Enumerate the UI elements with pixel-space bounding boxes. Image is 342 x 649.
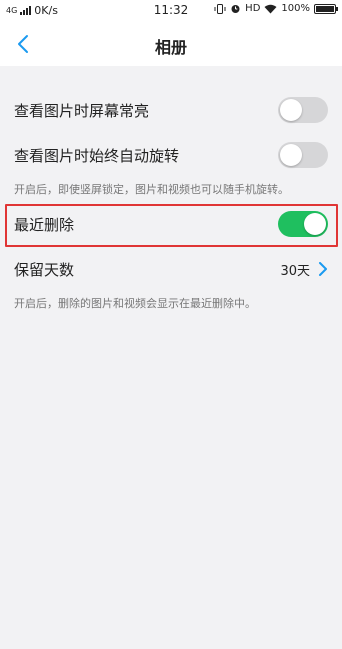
toggle-knob: [280, 144, 302, 166]
battery-percent: 100%: [281, 3, 310, 14]
page-title: 相册: [154, 38, 187, 57]
screen-on-toggle[interactable]: [278, 97, 328, 123]
hd-indicator: HD: [245, 3, 261, 14]
retention-hint: 开启后，删除的图片和视频会显示在最近删除中。: [14, 297, 256, 310]
alarm-icon: [231, 5, 240, 13]
setting-label-auto-rotate: 查看图片时始终自动旋转: [14, 146, 180, 165]
setting-label-screen-on: 查看图片时屏幕常亮: [14, 101, 150, 120]
setting-label-retention: 保留天数: [14, 260, 75, 279]
nav-bar: 相册: [0, 22, 342, 66]
status-bar: 4G 0K/s 11:32 HD 100%: [0, 0, 342, 22]
toggle-knob: [280, 99, 302, 121]
auto-rotate-toggle[interactable]: [278, 142, 328, 168]
recently-deleted-toggle[interactable]: [278, 211, 328, 237]
status-right: HD 100%: [214, 3, 338, 14]
toggle-knob: [304, 213, 326, 235]
setting-row-recently-deleted: 最近删除: [0, 204, 342, 244]
rotate-hint: 开启后，即使竖屏锁定，图片和视频也可以随手机旋转。: [14, 183, 289, 196]
wifi-icon: [264, 4, 277, 13]
setting-row-auto-rotate: 查看图片时始终自动旋转: [0, 135, 342, 175]
retention-value: 30天: [280, 263, 310, 279]
chevron-right-icon: [319, 262, 327, 276]
setting-row-screen-on: 查看图片时屏幕常亮: [0, 90, 342, 130]
retention-value-wrap: 30天: [280, 260, 328, 279]
battery-icon: [314, 3, 338, 14]
vibrate-icon: [214, 3, 226, 14]
setting-label-recently-deleted: 最近删除: [14, 215, 75, 234]
setting-row-retention[interactable]: 保留天数 30天: [0, 249, 342, 289]
